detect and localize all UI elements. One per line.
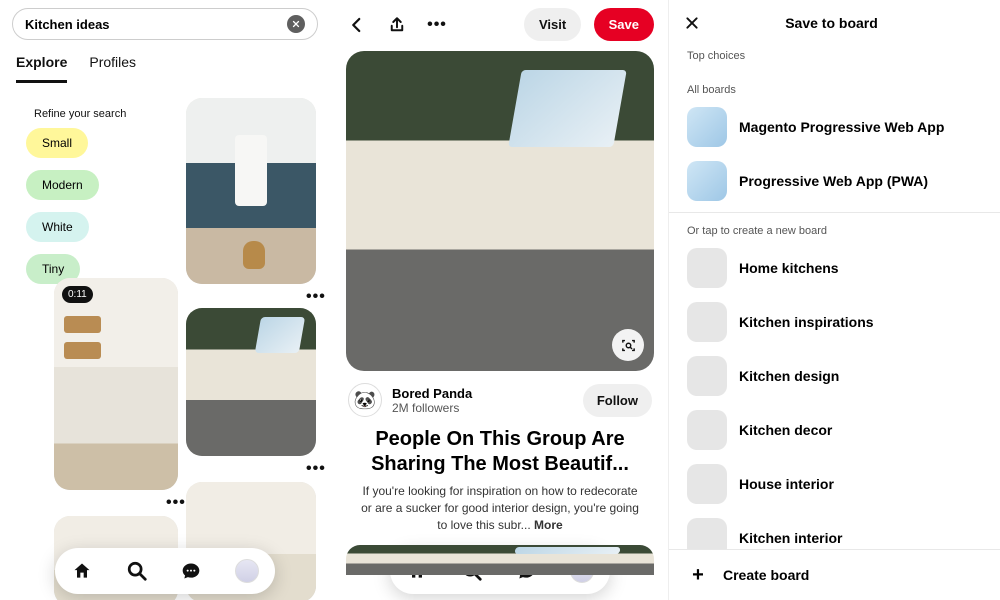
board-thumb-placeholder [687,464,727,504]
save-button[interactable]: Save [594,8,654,41]
profile-avatar-icon[interactable] [235,559,259,583]
chat-icon[interactable] [180,560,202,582]
board-name: Kitchen interior [739,530,842,546]
author-followers: 2M followers [392,401,472,415]
pin-card[interactable] [186,308,316,456]
create-board-label: Create board [723,567,809,583]
author-left: 🐼 Bored Panda 2M followers [348,383,472,417]
share-icon[interactable] [386,14,408,36]
board-name: Progressive Web App (PWA) [739,173,928,189]
author-row: 🐼 Bored Panda 2M followers Follow [332,371,668,421]
pin-card-video[interactable]: 0:11 [54,278,178,490]
search-icon[interactable] [126,560,148,582]
search-explore-panel: Explore Profiles Refine your search Smal… [0,0,330,600]
suggested-board-row[interactable]: Kitchen design [669,349,1000,403]
explore-tabs: Explore Profiles [0,46,330,84]
author-avatar[interactable]: 🐼 [348,383,382,417]
save-header: Save to board [669,0,1000,42]
more-link[interactable]: More [534,518,563,532]
pin-title: People On This Group Are Sharing The Mos… [332,421,668,481]
board-thumb [687,161,727,201]
suggested-board-row[interactable]: Kitchen decor [669,403,1000,457]
all-boards-label: All boards [669,66,1000,100]
pin-top-bar: ••• Visit Save [332,0,668,47]
back-icon[interactable] [346,14,368,36]
suggested-board-row[interactable]: Kitchen inspirations [669,295,1000,349]
pin-overflow-icon[interactable]: ••• [306,460,326,478]
board-name: Kitchen inspirations [739,314,874,330]
visual-search-icon[interactable] [612,329,644,361]
divider [669,212,1000,213]
board-thumb [687,107,727,147]
follow-button[interactable]: Follow [583,384,652,417]
pin-top-right: Visit Save [524,8,654,41]
create-board-row[interactable]: + Create board [669,549,1000,600]
top-choices-label: Top choices [669,42,1000,66]
pin-overflow-icon[interactable]: ••• [306,288,326,306]
more-icon[interactable]: ••• [426,14,448,36]
board-row[interactable]: Progressive Web App (PWA) [669,154,1000,208]
suggested-board-row[interactable]: House interior [669,457,1000,511]
pin-top-left: ••• [346,14,448,36]
clear-search-icon[interactable] [287,15,305,33]
video-duration-badge: 0:11 [62,286,93,303]
board-thumb-placeholder [687,356,727,396]
bottom-nav [55,548,275,594]
save-title: Save to board [679,15,984,31]
board-name: Kitchen design [739,368,839,384]
board-name: Home kitchens [739,260,839,276]
board-thumb-placeholder [687,410,727,450]
pin-hero-image[interactable] [346,51,654,371]
pin-overflow-icon[interactable]: ••• [166,494,186,512]
pin-card[interactable] [186,98,316,284]
search-bar[interactable] [12,8,318,40]
related-pin-peek[interactable] [346,545,654,575]
pin-description: If you're looking for inspiration on how… [332,481,668,535]
pin-grid: ••• 0:11 ••• ••• [54,90,320,600]
create-new-label: Or tap to create a new board [669,217,1000,241]
search-input[interactable] [25,17,287,32]
board-row[interactable]: Magento Progressive Web App [669,100,1000,154]
board-name: House interior [739,476,834,492]
home-icon[interactable] [71,560,93,582]
visit-button[interactable]: Visit [524,8,581,41]
board-thumb-placeholder [687,248,727,288]
plus-icon: + [687,564,709,586]
suggested-board-row[interactable]: Home kitchens [669,241,1000,295]
save-to-board-panel: Save to board Top choices All boards Mag… [668,0,1000,600]
board-name: Magento Progressive Web App [739,119,944,135]
search-wrap [0,0,330,46]
board-thumb-placeholder [687,302,727,342]
tab-profiles[interactable]: Profiles [89,54,136,83]
pin-detail-panel: ••• Visit Save 🐼 Bored Panda 2M follower… [332,0,668,600]
board-name: Kitchen decor [739,422,832,438]
tab-explore[interactable]: Explore [16,54,67,83]
author-name[interactable]: Bored Panda [392,386,472,401]
